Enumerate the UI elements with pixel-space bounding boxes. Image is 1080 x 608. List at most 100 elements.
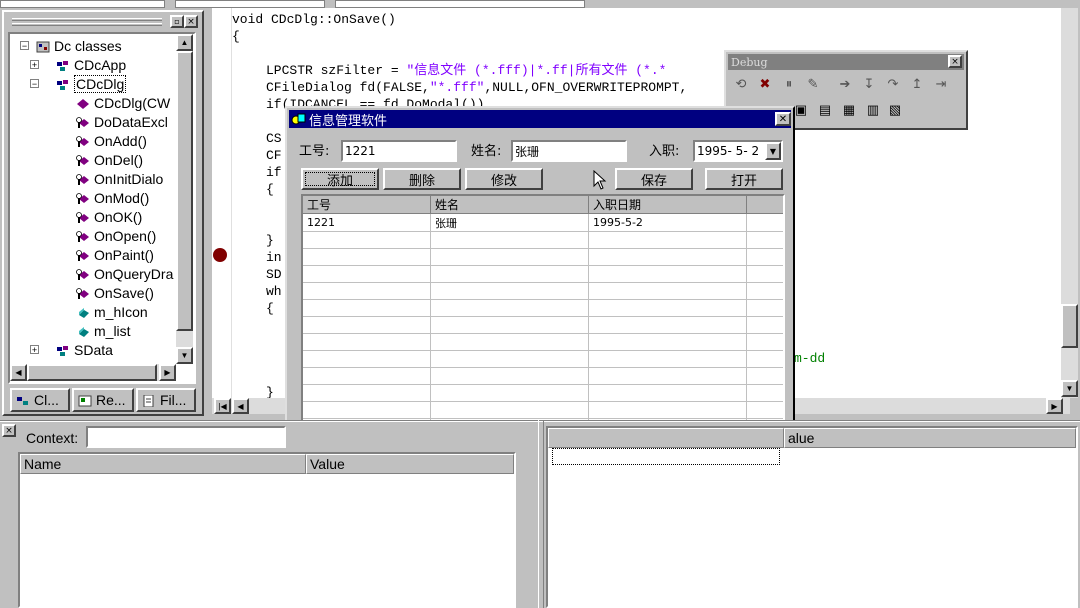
hscroll-thumb[interactable] — [27, 364, 157, 381]
dialog-titlebar[interactable]: 信息管理软件 — [289, 110, 791, 129]
protected-method-icon — [76, 230, 90, 242]
delete-button[interactable]: 删除 — [383, 168, 461, 190]
protected-method-icon — [76, 154, 90, 166]
protected-method-icon — [76, 192, 90, 204]
pane-close-button[interactable]: × — [2, 424, 16, 437]
code-text: ,NULL,OFN_OVERWRITEPROMPT, — [484, 80, 688, 95]
expander-icon[interactable]: + — [30, 60, 39, 70]
context-combo[interactable] — [86, 426, 286, 448]
open-button[interactable]: 打开 — [705, 168, 783, 190]
step-over-icon[interactable]: ↷ — [884, 76, 902, 92]
scroll-thumb[interactable] — [176, 51, 193, 331]
scroll-down-icon[interactable]: ▼ — [1061, 380, 1078, 397]
tree-item[interactable]: OnQueryDra — [76, 264, 173, 283]
variables-icon[interactable]: ▤ — [816, 102, 834, 118]
grid-hline — [303, 350, 783, 351]
tree-item[interactable]: OnOK() — [76, 207, 142, 226]
code-text: SD — [266, 267, 282, 282]
step-out-icon[interactable]: ↥ — [908, 76, 926, 92]
watch-new-entry[interactable] — [552, 448, 780, 465]
tree-item[interactable]: OnAdd() — [76, 131, 147, 150]
scroll-right-icon[interactable]: ▶ — [159, 364, 176, 381]
scroll-up-icon[interactable]: ▲ — [176, 34, 193, 51]
code-text: { — [266, 301, 274, 316]
tree-item[interactable]: CDcDlg — [56, 74, 127, 93]
tree-item-label: OnInitDialo — [94, 170, 164, 187]
class-icon — [56, 59, 70, 71]
disassembly-icon[interactable]: ▧ — [886, 102, 904, 118]
editor-scroll-thumb[interactable] — [1061, 304, 1078, 348]
restore-button[interactable]: ▫ — [170, 15, 184, 28]
tree-item[interactable]: m_list — [76, 321, 131, 340]
step-into-icon[interactable]: ↧ — [860, 76, 878, 92]
add-button[interactable]: 添加 — [301, 168, 379, 190]
tree-item[interactable]: OnInitDialo — [76, 169, 163, 188]
col-header-value[interactable]: Value — [306, 454, 514, 474]
class-view-tree[interactable]: − Dc classes + CDcApp − CDcDlg CDcDlg(CW DoDa… — [8, 32, 196, 384]
table-row[interactable]: 1221 张珊 1995-5-2 — [303, 214, 747, 231]
variables-pane[interactable]: Name Value — [18, 452, 516, 608]
col-header-name[interactable]: Name — [20, 454, 306, 474]
col-header-date[interactable]: 入职日期 — [589, 196, 747, 214]
file-icon — [142, 394, 156, 408]
debug-close-button[interactable]: × — [948, 55, 962, 68]
tree-item[interactable]: OnOpen() — [76, 226, 156, 245]
scroll-first-icon[interactable]: |◀ — [214, 398, 231, 414]
registers-icon[interactable]: ▦ — [840, 102, 858, 118]
tree-vscrollbar[interactable]: ▲ ▼ — [176, 34, 193, 364]
class-combo[interactable] — [175, 0, 325, 8]
name-input[interactable]: 张珊 — [511, 140, 627, 162]
debug-title: Debug — [728, 54, 964, 70]
date-picker[interactable]: 1995- 5- 2 ▼ — [693, 140, 783, 162]
tree-item[interactable]: OnMod() — [76, 188, 149, 207]
tree-hscrollbar[interactable]: ◀ ▶ — [10, 364, 176, 381]
name-label: 姓名: — [471, 144, 502, 159]
dialog-close-button[interactable]: ✕ — [775, 112, 791, 126]
protected-method-icon — [76, 116, 90, 128]
tree-item[interactable]: OnDel() — [76, 150, 143, 169]
watch-pane[interactable]: alue — [546, 426, 1078, 608]
editor-vscrollbar[interactable]: ▼ — [1061, 8, 1078, 398]
project-combo[interactable] — [0, 0, 165, 8]
restart-icon[interactable]: ⟲ — [732, 76, 750, 92]
code-line: in — [266, 249, 282, 266]
code-line: CS — [266, 130, 282, 147]
tree-item[interactable]: CDcApp — [56, 55, 126, 74]
dropdown-arrow-icon[interactable]: ▼ — [765, 142, 781, 160]
tab-resourceview[interactable]: Re... — [72, 388, 134, 412]
pane-splitter[interactable] — [538, 420, 544, 608]
apply-code-icon[interactable]: ✎ — [804, 76, 822, 92]
expander-icon[interactable]: + — [30, 345, 39, 355]
member-combo[interactable] — [335, 0, 585, 8]
save-button[interactable]: 保存 — [615, 168, 693, 190]
tree-item[interactable]: DoDataExcl — [76, 112, 168, 131]
modify-button[interactable]: 修改 — [465, 168, 543, 190]
scroll-down-icon[interactable]: ▼ — [176, 347, 193, 364]
stop-debug-icon[interactable]: ✖ — [756, 76, 774, 92]
tree-item[interactable]: m_hIcon — [76, 302, 148, 321]
break-icon[interactable]: ⏸ — [780, 76, 798, 92]
tab-classview[interactable]: Cl... — [10, 388, 70, 412]
scroll-left-icon[interactable]: ◀ — [232, 398, 249, 414]
scroll-left-icon[interactable]: ◀ — [10, 364, 27, 381]
col-header-id[interactable]: 工号 — [303, 196, 431, 214]
scroll-right-icon[interactable]: ▶ — [1046, 398, 1063, 414]
col-header-filler — [747, 196, 783, 214]
col-header-name[interactable]: 姓名 — [431, 196, 589, 214]
tree-item[interactable]: CDcDlg(CW — [76, 93, 170, 112]
code-text: if — [266, 165, 282, 180]
resource-icon — [78, 394, 92, 407]
tree-item[interactable]: OnPaint() — [76, 245, 154, 264]
expander-icon[interactable]: − — [30, 79, 39, 89]
close-button[interactable]: × — [184, 15, 198, 28]
show-next-icon[interactable]: ➔ — [836, 76, 854, 92]
memory-icon[interactable]: ▥ — [864, 102, 882, 118]
id-input[interactable]: 1221 — [341, 140, 457, 162]
col-header-value-right[interactable]: alue — [784, 428, 1076, 448]
tree-item[interactable]: OnSave() — [76, 283, 154, 302]
col-header-name-right[interactable] — [548, 428, 784, 448]
record-grid[interactable]: 工号 姓名 入职日期 1221 张珊 1995-5-2 — [301, 194, 785, 432]
run-to-cursor-icon[interactable]: ⇥ — [932, 76, 950, 92]
tree-item[interactable]: SData — [56, 340, 113, 359]
tab-fileview[interactable]: Fil... — [136, 388, 196, 412]
